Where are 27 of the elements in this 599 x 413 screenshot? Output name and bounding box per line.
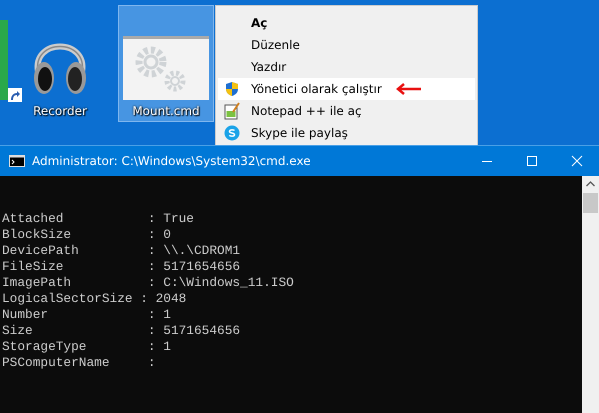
console-line: PSComputerName : [2, 355, 156, 371]
console-line: ImagePath : C:\Windows_11.ISO [2, 275, 294, 291]
menu-item[interactable]: Yönetici olarak çalıştır [218, 78, 475, 100]
console-line: DevicePath : \\.\CDROM1 [2, 243, 240, 259]
console-line: Number : 1 [2, 307, 171, 323]
close-icon [570, 155, 582, 167]
console-line: FileSize : 5171654656 [2, 259, 240, 275]
window-title: Administrator: C:\Windows\System32\cmd.exe [32, 154, 311, 168]
console-line: Attached : True [2, 211, 194, 227]
gears-file-icon [123, 36, 209, 100]
desktop-icon[interactable]: Recorder [12, 5, 108, 122]
menu-item[interactable]: Yazdır [218, 56, 475, 78]
menu-item[interactable]: Düzenle [218, 34, 475, 56]
shield-icon [224, 81, 240, 97]
console-line: StorageType : 1 [2, 339, 171, 355]
skype-icon [224, 125, 240, 141]
menu-item[interactable]: Skype ile paylaş [218, 122, 475, 144]
menu-item[interactable]: Aç [218, 12, 475, 34]
notepad-icon [224, 102, 240, 120]
menu-item[interactable]: Notepad ++ ile aç [218, 100, 475, 122]
terminal-icon [9, 155, 25, 167]
console-line: BlockSize : 0 [2, 227, 171, 243]
console-line: LogicalSectorSize : 2048 [2, 291, 186, 307]
scrollbar[interactable] [582, 176, 599, 413]
scroll-thumb[interactable] [583, 193, 598, 213]
console-line: Size : 5171654656 [2, 323, 240, 339]
maximize-icon [526, 155, 538, 167]
